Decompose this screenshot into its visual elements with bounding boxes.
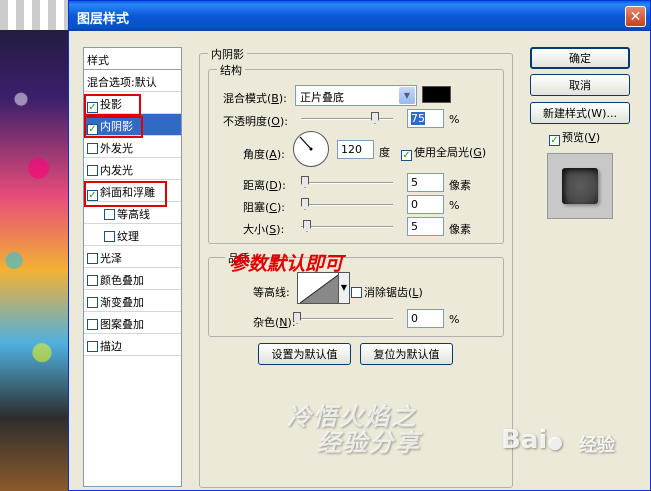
opacity-slider[interactable] [301,112,393,124]
opacity-input[interactable]: 75 [407,109,444,128]
inner-shadow-title: 内阴影 [208,46,247,62]
anti-alias-check-icon [351,287,362,298]
choke-slider[interactable] [301,198,393,210]
distance-unit: 像素 [449,179,471,192]
noise-slider-thumb[interactable] [293,312,301,324]
baidu-logo: Bai● [501,425,563,455]
distance-slider[interactable] [301,176,393,188]
style-item-label: 描边 [100,340,122,353]
style-item[interactable]: 描边 [84,334,181,356]
style-checkbox-icon[interactable] [87,319,98,330]
background-artwork [0,0,70,491]
style-item[interactable]: 外发光 [84,136,181,158]
highlight-box-drop-shadow [84,94,141,116]
distance-slider-thumb[interactable] [301,176,309,188]
contour-label: 等高线: [253,286,290,299]
anti-alias-checkbox[interactable]: 消除锯齿(L) [351,284,423,300]
reset-default-button[interactable]: 复位为默认值 [360,343,453,365]
style-checkbox-icon[interactable] [87,253,98,264]
chevron-down-icon: ▼ [399,87,415,104]
style-checkbox-icon[interactable] [104,209,115,220]
new-style-button[interactable]: 新建样式(W)... [530,102,630,124]
styles-header: 样式 [84,48,181,70]
style-checkbox-icon[interactable] [87,275,98,286]
choke-slider-thumb[interactable] [301,198,309,210]
style-item-label: 图案叠加 [100,318,144,331]
size-input[interactable]: 5 [407,217,444,236]
style-item-label: 颜色叠加 [100,274,144,287]
preview-check-icon: ✓ [549,135,560,146]
preview-checkbox[interactable]: ✓ 预览(V) [549,129,600,146]
preview-thumbnail [562,168,598,204]
watermark-line-2: 经验分享 [317,428,421,457]
style-item-label: 渐变叠加 [100,296,144,309]
angle-label: 角度(A): [243,148,285,161]
style-checkbox-icon[interactable] [87,143,98,154]
style-item[interactable]: 图案叠加 [84,312,181,334]
global-light-checkbox[interactable]: ✓ 使用全局光(G) [401,144,486,161]
angle-input[interactable]: 120 [337,140,374,159]
style-item-label: 等高线 [117,208,150,221]
layer-style-dialog: 图层样式 ✕ 样式 混合选项:默认 ✓ 投影 ✓ 内阴影 外发光 内发光 ✓ 斜面和浮雕 等高线纹… [68,0,651,491]
contour-picker[interactable] [297,272,339,304]
style-item[interactable]: 内发光 [84,158,181,180]
angle-needle-icon [299,136,313,151]
highlight-box-inner-shadow [84,116,143,138]
style-item-label: 内发光 [100,164,133,177]
noise-input[interactable]: 0 [407,309,444,328]
style-checkbox-icon[interactable] [87,341,98,352]
make-default-button[interactable]: 设置为默认值 [258,343,351,365]
opacity-unit: % [449,113,460,126]
window-title: 图层样式 [77,12,130,27]
style-item[interactable]: 混合选项:默认 [84,70,181,92]
style-item[interactable]: 颜色叠加 [84,268,181,290]
structure-title: 结构 [217,62,245,78]
style-item-label: 外发光 [100,142,133,155]
close-button[interactable]: ✕ [625,6,646,27]
style-checkbox-icon[interactable] [87,297,98,308]
style-item-label: 纹理 [117,230,139,243]
style-item[interactable]: 纹理 [84,224,181,246]
choke-unit: % [449,199,460,212]
noise-label: 杂色(N): [253,316,296,329]
size-slider[interactable] [301,220,393,232]
highlight-box-bevel-emboss [84,181,167,207]
angle-dial[interactable] [293,131,329,167]
size-label: 大小(S): [243,223,285,236]
style-item[interactable]: 渐变叠加 [84,290,181,312]
opacity-slider-thumb[interactable] [371,112,379,124]
noise-unit: % [449,313,460,326]
style-item-label: 混合选项:默认 [87,76,157,89]
style-item-label: 光泽 [100,252,122,265]
style-preview [547,153,613,219]
distance-input[interactable]: 5 [407,173,444,192]
size-unit: 像素 [449,223,471,236]
choke-label: 阻塞(C): [243,201,285,214]
size-slider-thumb[interactable] [303,220,311,232]
angle-unit: 度 [379,146,390,159]
ok-button[interactable]: 确定 [530,47,630,69]
contour-dropdown-button[interactable]: ▼ [338,272,350,304]
baidu-jingyan-label: 经验 [579,435,615,456]
choke-input[interactable]: 0 [407,195,444,214]
blend-mode-label: 混合模式(B): [223,92,287,105]
title-bar[interactable]: 图层样式 ✕ [69,1,650,31]
linear-contour-icon [299,274,338,303]
style-checkbox-icon[interactable] [104,231,115,242]
cancel-button[interactable]: 取消 [530,74,630,96]
opacity-label: 不透明度(O): [223,115,288,128]
distance-label: 距离(D): [243,179,286,192]
noise-slider[interactable] [293,312,393,324]
style-checkbox-icon[interactable] [87,165,98,176]
style-item[interactable]: 光泽 [84,246,181,268]
close-icon: ✕ [629,8,642,25]
global-light-check-icon: ✓ [401,150,412,161]
paw-icon: ● [547,432,563,453]
shadow-color-swatch[interactable] [422,86,451,103]
blend-mode-select[interactable]: 正片叠底 ▼ [295,85,417,106]
